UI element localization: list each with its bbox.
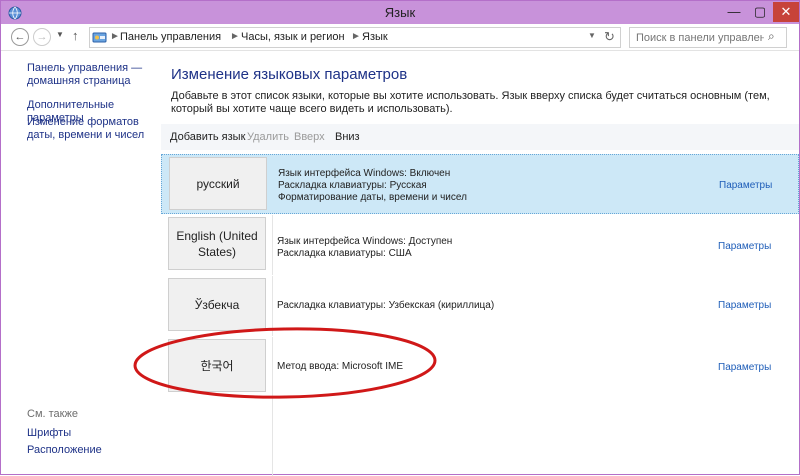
- navigation-toolbar: ← → ▼ ↑ ► Панель управления ► Часы, язык…: [1, 24, 799, 51]
- minimize-button[interactable]: —: [721, 2, 747, 22]
- language-detail: Форматирование даты, времени и чисел: [278, 192, 467, 203]
- page-description: Добавьте в этот список языки, которые вы…: [171, 90, 770, 115]
- window-title: Язык: [384, 5, 416, 20]
- control-panel-icon: [92, 32, 107, 43]
- language-tile[interactable]: English (United States): [168, 217, 266, 270]
- address-dropdown-icon[interactable]: ▼: [588, 31, 596, 40]
- language-row-korean[interactable]: 한국어 Метод ввода: Microsoft IME Параметры: [161, 337, 799, 397]
- language-row-russian[interactable]: русский Язык интерфейса Windows: Включен…: [161, 154, 799, 214]
- language-details: Язык интерфейса Windows: Включен Расклад…: [278, 168, 467, 204]
- add-language-button[interactable]: Добавить язык: [170, 131, 245, 143]
- language-details: Язык интерфейса Windows: Доступен Раскла…: [277, 236, 452, 260]
- sidebar-link-fonts[interactable]: Шрифты: [27, 427, 157, 440]
- language-tile[interactable]: Ўзбекча: [168, 278, 266, 331]
- language-details: Раскладка клавиатуры: Узбекская (кирилли…: [277, 300, 494, 312]
- sidebar: Панель управления — домашняя страница До…: [1, 52, 161, 476]
- search-input[interactable]: [636, 30, 764, 45]
- move-down-button[interactable]: Вниз: [335, 131, 360, 143]
- main-content: Изменение языковых параметров Добавьте в…: [161, 52, 799, 476]
- forward-button[interactable]: →: [33, 28, 51, 46]
- command-bar: Добавить язык Удалить Вверх Вниз: [161, 124, 799, 150]
- column-divider: [272, 215, 273, 275]
- language-tile[interactable]: 한국어: [168, 339, 266, 392]
- language-list: русский Язык интерфейса Windows: Включен…: [161, 154, 799, 476]
- sidebar-link-date-time-formats[interactable]: Изменение форматов даты, времени и чисел: [27, 116, 157, 142]
- language-detail: Метод ввода: Microsoft IME: [277, 361, 404, 372]
- search-box[interactable]: ⌕: [629, 27, 787, 48]
- breadcrumb-separator: ►: [110, 31, 120, 42]
- see-also-heading: См. также: [27, 408, 78, 420]
- refresh-icon[interactable]: ↻: [604, 29, 615, 45]
- column-divider: [272, 276, 273, 336]
- language-options-link[interactable]: Параметры: [719, 180, 772, 191]
- breadcrumb-language[interactable]: Язык: [362, 31, 388, 43]
- page-title: Изменение языковых параметров: [171, 66, 408, 83]
- language-detail: Раскладка клавиатуры: США: [277, 248, 412, 259]
- language-options-link[interactable]: Параметры: [718, 300, 771, 311]
- recent-locations-button[interactable]: ▼: [56, 30, 64, 39]
- language-options-link[interactable]: Параметры: [718, 362, 771, 373]
- sidebar-link-location[interactable]: Расположение: [27, 444, 157, 457]
- back-button[interactable]: ←: [11, 28, 29, 46]
- move-up-button[interactable]: Вверх: [294, 131, 325, 143]
- close-button[interactable]: ✕: [773, 2, 799, 22]
- address-bar[interactable]: ► Панель управления ► Часы, язык и регио…: [89, 27, 621, 48]
- sidebar-link-home[interactable]: Панель управления — домашняя страница: [27, 62, 157, 88]
- breadcrumb-clock-language-region[interactable]: Часы, язык и регион: [241, 31, 345, 43]
- column-divider: [272, 337, 273, 397]
- language-window: Язык — ▢ ✕ ← → ▼ ↑ ► Панель управления ►…: [0, 0, 800, 476]
- language-options-link[interactable]: Параметры: [718, 241, 771, 252]
- language-row-uzbek[interactable]: Ўзбекча Раскладка клавиатуры: Узбекская …: [161, 276, 799, 336]
- breadcrumb-separator: ►: [351, 31, 361, 42]
- column-divider: [272, 396, 273, 476]
- language-tile[interactable]: русский: [169, 157, 267, 210]
- language-detail: Раскладка клавиатуры: Русская: [278, 180, 427, 191]
- search-icon[interactable]: ⌕: [768, 29, 775, 44]
- up-button[interactable]: ↑: [72, 28, 79, 43]
- language-detail: Язык интерфейса Windows: Доступен: [277, 236, 453, 247]
- breadcrumb-separator: ►: [230, 31, 240, 42]
- breadcrumb-control-panel[interactable]: Панель управления: [120, 31, 221, 43]
- language-details: Метод ввода: Microsoft IME: [277, 361, 403, 373]
- maximize-button[interactable]: ▢: [747, 2, 773, 22]
- language-row-english[interactable]: English (United States) Язык интерфейса …: [161, 215, 799, 275]
- language-detail: Раскладка клавиатуры: Узбекская (кирилли…: [277, 300, 495, 311]
- language-detail: Язык интерфейса Windows: Включен: [278, 168, 451, 179]
- title-bar: Язык — ▢ ✕: [1, 1, 799, 24]
- remove-button[interactable]: Удалить: [247, 131, 289, 143]
